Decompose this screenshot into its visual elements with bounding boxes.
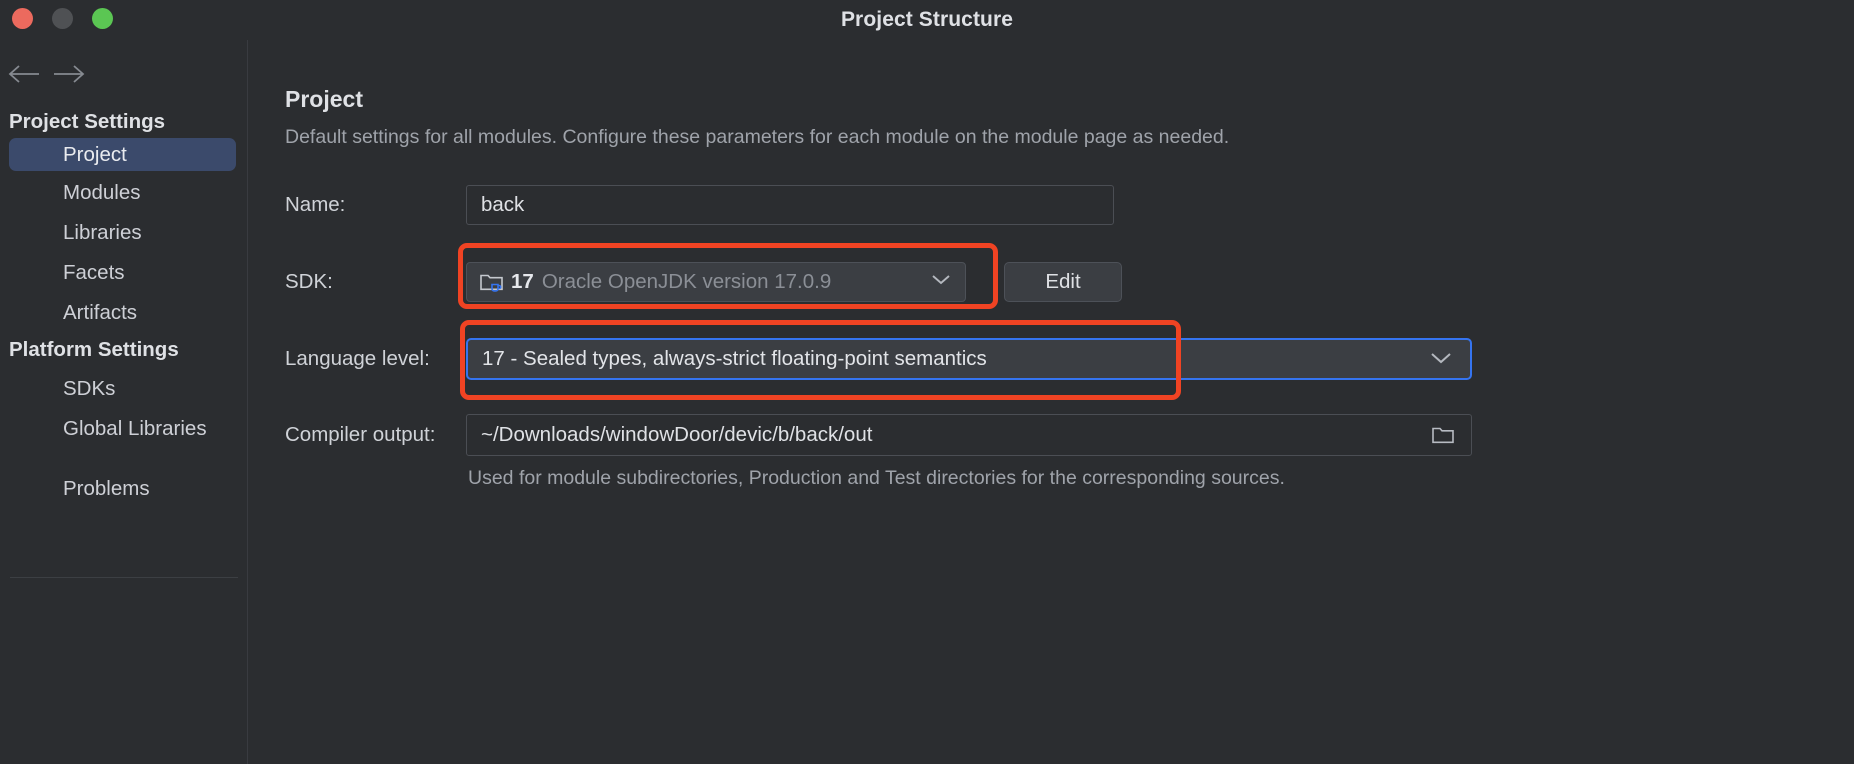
window-title: Project Structure [840, 8, 1014, 31]
main-content: Project Default settings for all modules… [249, 40, 1854, 764]
compiler-output-label: Compiler output: [285, 423, 436, 446]
page-title: Project [285, 86, 363, 112]
sidebar-item-libraries[interactable]: Libraries [9, 216, 236, 249]
sdk-label: SDK: [285, 270, 333, 293]
language-level-value: 17 - Sealed types, always-strict floatin… [482, 347, 987, 370]
sidebar-item-label: Project [63, 142, 127, 166]
sidebar-item-label: Libraries [63, 220, 142, 244]
back-arrow-icon[interactable] [5, 54, 45, 94]
edit-button-label: Edit [1045, 270, 1081, 293]
sidebar-item-label: Facets [63, 260, 125, 284]
name-input[interactable]: back [466, 185, 1114, 225]
sidebar-item-label: Modules [63, 180, 141, 204]
edit-button[interactable]: Edit [1004, 262, 1122, 302]
navigation-buttons [0, 54, 248, 98]
sidebar-item-artifacts[interactable]: Artifacts [9, 296, 236, 329]
sdk-name: Oracle OpenJDK version 17.0.9 [541, 270, 832, 293]
sidebar-item-label: Global Libraries [63, 416, 207, 440]
sdk-version: 17 [511, 270, 534, 293]
forward-arrow-icon[interactable] [48, 54, 88, 94]
compiler-output-input[interactable]: ~/Downloads/windowDoor/devic/b/back/out [466, 414, 1472, 456]
language-level-dropdown[interactable]: 17 - Sealed types, always-strict floatin… [466, 338, 1472, 380]
sidebar-item-label: Problems [63, 476, 150, 500]
sidebar-item-sdks[interactable]: SDKs [9, 372, 236, 405]
name-input-value: back [481, 193, 525, 216]
sidebar-item-global-libraries[interactable]: Global Libraries [9, 412, 236, 445]
folder-icon[interactable] [1431, 424, 1455, 446]
sidebar-item-modules[interactable]: Modules [9, 176, 236, 209]
sidebar-divider [10, 577, 238, 578]
language-level-label: Language level: [285, 347, 430, 370]
jdk-folder-icon [479, 270, 505, 294]
sidebar-item-facets[interactable]: Facets [9, 256, 236, 289]
sdk-dropdown[interactable]: 17 Oracle OpenJDK version 17.0.9 [466, 262, 966, 302]
sidebar-group-project-settings: Project Settings [9, 110, 166, 133]
compiler-output-value: ~/Downloads/windowDoor/devic/b/back/out [481, 423, 873, 446]
page-description: Default settings for all modules. Config… [285, 126, 1230, 148]
project-structure-dialog: Project Structure Project Settings Proje… [0, 0, 1854, 764]
sidebar-item-label: Artifacts [63, 300, 138, 324]
name-label: Name: [285, 193, 346, 216]
sidebar-item-project[interactable]: Project [9, 138, 236, 171]
sidebar-group-platform-settings: Platform Settings [9, 338, 179, 361]
chevron-down-icon [1430, 347, 1452, 371]
sidebar: Project Settings Project Modules Librari… [0, 40, 248, 764]
sidebar-item-problems[interactable]: Problems [9, 472, 236, 505]
compiler-output-hint: Used for module subdirectories, Producti… [468, 467, 1285, 489]
sidebar-item-label: SDKs [63, 376, 116, 400]
chevron-down-icon [931, 273, 951, 291]
title-bar: Project Structure [0, 0, 1854, 40]
